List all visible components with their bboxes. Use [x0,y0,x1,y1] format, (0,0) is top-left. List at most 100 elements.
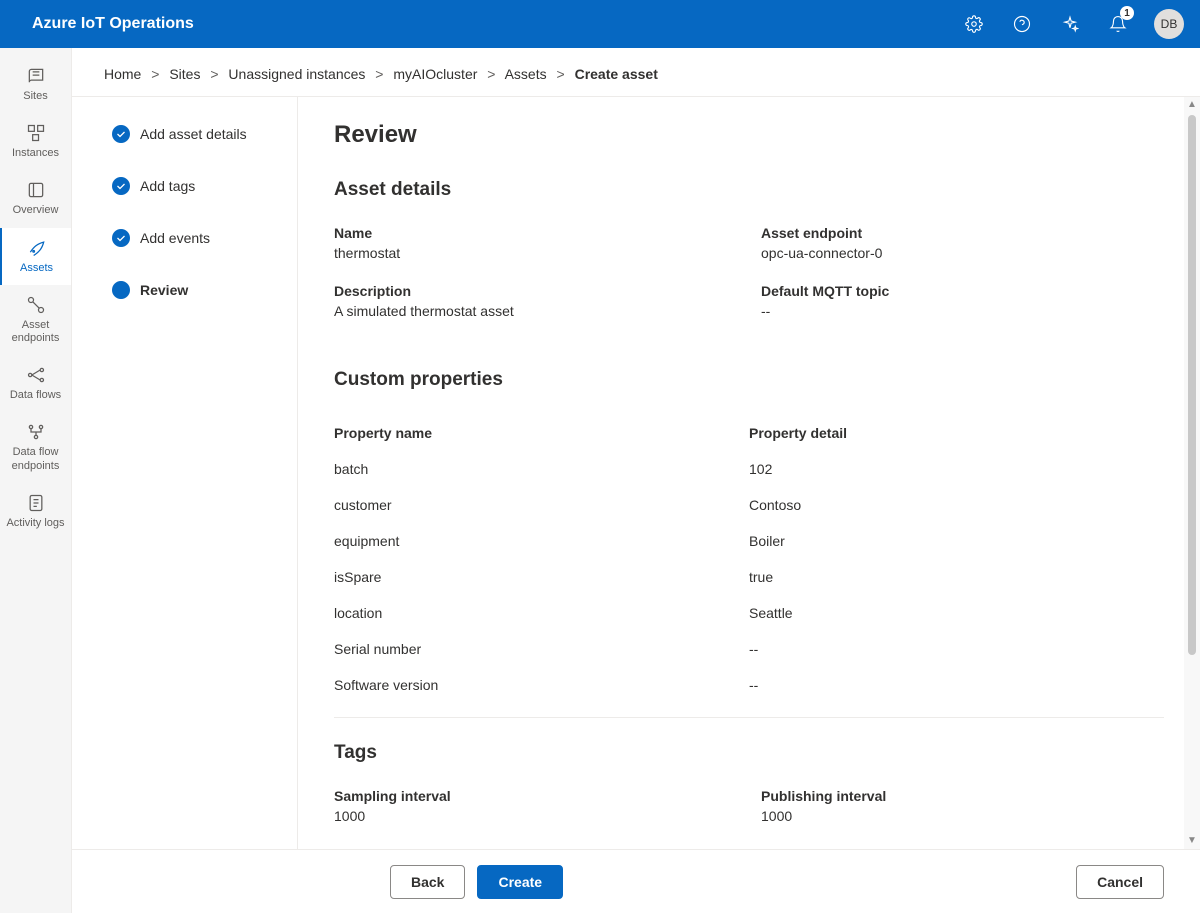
scroll-thumb[interactable] [1188,115,1196,655]
field-value: 1000 [334,808,737,824]
property-name-cell: location [334,595,749,631]
scroll-up-arrow[interactable]: ▲ [1187,97,1197,113]
property-detail-cell: Seattle [749,595,1164,631]
step-add-events[interactable]: Add events [112,229,281,247]
field-description: Description A simulated thermostat asset [334,283,737,319]
table-row: equipmentBoiler [334,523,1164,559]
settings-button[interactable] [954,0,994,48]
field-label: Publishing interval [761,788,1164,804]
cancel-button[interactable]: Cancel [1076,865,1164,899]
breadcrumb-separator: > [210,66,218,82]
rail-item-assets[interactable]: Assets [0,228,71,285]
field-label: Description [334,283,737,299]
scroll-down-arrow[interactable]: ▼ [1187,833,1197,849]
create-button[interactable]: Create [477,865,563,899]
step-add-tags[interactable]: Add tags [112,177,281,195]
col-property-detail: Property detail [749,415,1164,451]
overview-icon [26,180,46,200]
rail-item-sites[interactable]: Sites [0,56,71,113]
field-label: Name [334,225,737,241]
left-rail: Sites Instances Overview Assets Asset en… [0,48,72,913]
footer-bar: Back Create Cancel [72,849,1200,913]
property-name-cell: Serial number [334,631,749,667]
section-title-tags: Tags [334,742,1164,764]
page-title: Review [334,121,1164,149]
breadcrumb-current: Create asset [575,66,658,82]
custom-properties-table: Property name Property detail batch102cu… [334,415,1164,703]
steps-panel: Add asset details Add tags Add events Re… [72,97,298,849]
table-row: Serial number-- [334,631,1164,667]
notifications-button[interactable]: 1 [1098,0,1138,48]
field-endpoint: Asset endpoint opc-ua-connector-0 [761,225,1164,261]
notification-badge: 1 [1120,6,1134,20]
property-detail-cell: -- [749,631,1164,667]
property-name-cell: Software version [334,667,749,703]
table-row: customerContoso [334,487,1164,523]
field-sampling-interval: Sampling interval 1000 [334,788,737,824]
asset-details-grid: Name thermostat Asset endpoint opc-ua-co… [334,225,1164,341]
check-icon [112,229,130,247]
step-label: Review [140,282,188,298]
check-icon [112,177,130,195]
property-name-cell: batch [334,451,749,487]
copilot-button[interactable] [1050,0,1090,48]
field-name: Name thermostat [334,225,737,261]
activity-logs-icon [26,493,46,513]
assets-icon [27,238,47,258]
table-row: batch102 [334,451,1164,487]
topbar-actions: 1 DB [954,0,1184,48]
rail-item-data-flows[interactable]: Data flows [0,355,71,412]
rail-label: Asset endpoints [4,319,67,345]
section-title-asset-details: Asset details [334,179,1164,201]
table-row: Software version-- [334,667,1164,703]
breadcrumb-separator: > [375,66,383,82]
rail-label: Data flow endpoints [4,446,67,472]
scrollbar[interactable]: ▲ ▼ [1184,97,1200,849]
step-label: Add asset details [140,126,247,142]
rail-item-asset-endpoints[interactable]: Asset endpoints [0,285,71,355]
user-avatar[interactable]: DB [1154,9,1184,39]
field-publishing-interval: Publishing interval 1000 [761,788,1164,824]
breadcrumb-home[interactable]: Home [104,66,141,82]
field-value: A simulated thermostat asset [334,303,737,319]
check-icon [112,125,130,143]
rail-item-activity-logs[interactable]: Activity logs [0,483,71,540]
field-label: Default MQTT topic [761,283,1164,299]
rail-label: Overview [13,204,59,217]
breadcrumb-unassigned[interactable]: Unassigned instances [228,66,365,82]
breadcrumb-separator: > [487,66,495,82]
step-add-asset-details[interactable]: Add asset details [112,125,281,143]
table-row: locationSeattle [334,595,1164,631]
field-value: -- [761,303,1164,319]
step-label: Add events [140,230,210,246]
review-panel: Review Asset details Name thermostat Ass… [298,97,1200,849]
gear-icon [965,15,983,33]
rail-item-instances[interactable]: Instances [0,113,71,170]
property-name-cell: customer [334,487,749,523]
field-value: thermostat [334,245,737,261]
rail-item-data-flow-endpoints[interactable]: Data flow endpoints [0,412,71,482]
breadcrumb-separator: > [557,66,565,82]
instances-icon [26,123,46,143]
property-detail-cell: Boiler [749,523,1164,559]
back-button[interactable]: Back [390,865,465,899]
rail-label: Activity logs [6,517,64,530]
sparkle-icon [1061,15,1079,33]
property-detail-cell: 102 [749,451,1164,487]
rail-label: Sites [23,90,47,103]
field-mqtt: Default MQTT topic -- [761,283,1164,319]
rail-item-overview[interactable]: Overview [0,170,71,227]
help-icon [1013,15,1031,33]
breadcrumb-assets[interactable]: Assets [505,66,547,82]
app-title: Azure IoT Operations [32,15,954,33]
topbar: Azure IoT Operations 1 DB [0,0,1200,48]
field-value: opc-ua-connector-0 [761,245,1164,261]
help-button[interactable] [1002,0,1042,48]
breadcrumb-sites[interactable]: Sites [169,66,200,82]
step-label: Add tags [140,178,195,194]
field-value: 1000 [761,808,1164,824]
breadcrumb-cluster[interactable]: myAIOcluster [393,66,477,82]
current-step-icon [112,281,130,299]
table-header-row: Property name Property detail [334,415,1164,451]
step-review[interactable]: Review [112,281,281,299]
